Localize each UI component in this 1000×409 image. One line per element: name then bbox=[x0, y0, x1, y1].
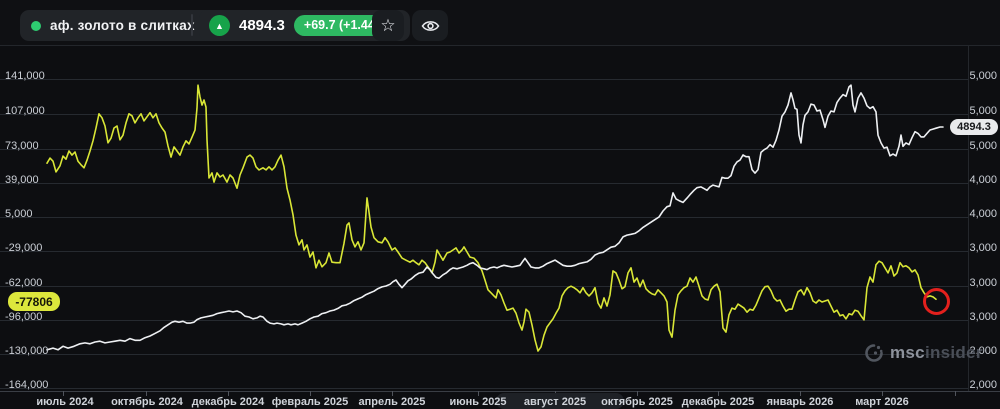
star-icon: ☆ bbox=[380, 15, 396, 35]
left-axis-label: 5,000 bbox=[5, 208, 33, 220]
x-axis-label: апрель 2025 bbox=[358, 396, 426, 408]
watermark-text: mscinsider bbox=[890, 343, 983, 362]
price-chart[interactable] bbox=[0, 0, 1000, 409]
mscinsider-logo-icon bbox=[865, 344, 883, 362]
trading-chart-app: аф. золото в слитках ⌄ ▲ 4894.3 +69.7 (+… bbox=[0, 0, 1000, 409]
right-axis-label: 3,000 bbox=[969, 311, 997, 323]
header-divider bbox=[191, 14, 193, 36]
left-axis-label: 141,000 bbox=[5, 70, 45, 82]
right-axis-label: 5,000 bbox=[969, 105, 997, 117]
favorite-button[interactable]: ☆ bbox=[372, 10, 404, 41]
x-axis-label: февраль 2025 bbox=[271, 396, 349, 408]
trend-up-icon: ▲ bbox=[209, 15, 230, 36]
right-axis-label: 5,000 bbox=[969, 70, 997, 82]
eye-icon bbox=[421, 20, 439, 31]
current-price-badge-right: 4894.3 bbox=[950, 119, 998, 135]
left-axis-label: -96,000 bbox=[5, 311, 43, 323]
right-axis-label: 2,000 bbox=[969, 379, 997, 391]
current-value-badge-left: -77806 bbox=[8, 292, 60, 311]
right-axis-label: 3,000 bbox=[969, 242, 997, 254]
ticker-name: аф. золото в слитках bbox=[50, 18, 195, 33]
left-axis-label: -29,000 bbox=[5, 242, 43, 254]
watch-button[interactable] bbox=[412, 10, 448, 41]
left-axis-label: 107,000 bbox=[5, 105, 45, 117]
right-axis-label: 5,000 bbox=[969, 140, 997, 152]
status-dot-icon bbox=[31, 20, 41, 31]
x-axis-label: октябрь 2025 bbox=[601, 396, 673, 408]
left-axis-label: -164,000 bbox=[5, 379, 49, 391]
red-circle-annotation bbox=[923, 288, 950, 315]
right-axis-label: 3,000 bbox=[969, 277, 997, 289]
x-axis-label: декабрь 2024 bbox=[191, 396, 265, 408]
left-axis-label: 73,000 bbox=[5, 140, 39, 152]
x-axis-label: июль 2024 bbox=[36, 396, 94, 408]
right-axis-label: 4,000 bbox=[969, 208, 997, 220]
chart-header: аф. золото в слитках ⌄ ▲ 4894.3 +69.7 (+… bbox=[0, 0, 1000, 46]
right-axis-label: 4,000 bbox=[969, 174, 997, 186]
x-axis-label: август 2025 bbox=[523, 396, 587, 408]
x-axis-label: декабрь 2025 bbox=[681, 396, 755, 408]
watermark: mscinsider bbox=[863, 342, 983, 364]
x-axis-label: январь 2026 bbox=[766, 396, 834, 408]
left-axis-label: 39,000 bbox=[5, 174, 39, 186]
last-price: 4894.3 bbox=[239, 17, 285, 34]
left-axis-label: -62,000 bbox=[5, 277, 43, 289]
x-axis-label: март 2026 bbox=[855, 396, 909, 408]
left-axis-label: -130,000 bbox=[5, 345, 49, 357]
x-axis-label: октябрь 2024 bbox=[111, 396, 183, 408]
